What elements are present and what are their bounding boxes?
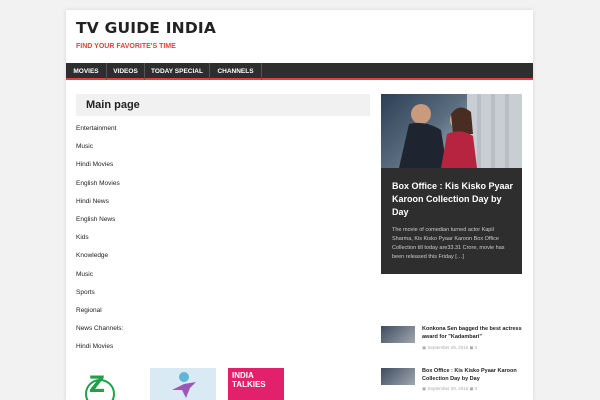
category-link[interactable]: Knowledge	[76, 247, 370, 265]
category-link[interactable]: Sports	[76, 284, 370, 302]
nav-item-movies[interactable]: MOVIES	[66, 63, 107, 80]
recent-post[interactable]: Konkona Sen bagged the best actress awar…	[381, 326, 522, 350]
category-link[interactable]: Hindi Movies	[76, 338, 370, 356]
svg-text:Z: Z	[89, 373, 105, 398]
post-title[interactable]: Konkona Sen bagged the best actress awar…	[422, 326, 522, 341]
featured-title[interactable]: Box Office : Kis Kisko Pyaar Karoon Coll…	[392, 180, 514, 219]
nav-item-channels[interactable]: CHANNELS	[210, 63, 262, 80]
post-thumbnail[interactable]	[381, 368, 415, 385]
zee-channel-logo[interactable]: Z	[78, 368, 138, 400]
post-thumbnail[interactable]	[381, 326, 415, 343]
nav-item-videos[interactable]: VIDEOS	[107, 63, 145, 80]
main-navigation: MOVIES VIDEOS TODAY SPECIAL CHANNELS	[66, 63, 533, 80]
featured-image[interactable]	[381, 94, 522, 168]
category-link[interactable]: Hindi Movies	[76, 156, 370, 174]
category-link[interactable]: Hindi News	[76, 193, 370, 211]
category-link[interactable]: English News	[76, 211, 370, 229]
featured-post[interactable]: Box Office : Kis Kisko Pyaar Karoon Coll…	[381, 94, 522, 274]
post-date: September 29, 2015	[427, 345, 469, 350]
india-talkies-logo[interactable]: INDIA TALKIES	[228, 368, 284, 400]
main-content: Main page Entertainment Music Hindi Movi…	[76, 94, 370, 356]
post-title[interactable]: Box Office : Kis Kisko Pyaar Karoon Coll…	[422, 368, 522, 383]
post-meta: ▣ September 29, 2015 ◼ 0	[422, 386, 477, 392]
comment-count[interactable]: 0	[475, 345, 478, 350]
category-link[interactable]: Entertainment	[76, 120, 370, 138]
page-wrapper: TV GUIDE INDIA FIND YOUR FAVORITE'S TIME…	[66, 10, 533, 400]
category-link[interactable]: Music	[76, 138, 370, 156]
featured-excerpt: The movie of comedian turned actor Kapil…	[392, 227, 505, 260]
category-link[interactable]: News Channels:	[76, 320, 370, 338]
comment-count[interactable]: 0	[475, 386, 478, 391]
post-meta: ▣ September 29, 2015 ◼ 0	[422, 345, 477, 351]
page-title: Main page	[76, 94, 370, 116]
post-date: September 29, 2015	[427, 386, 469, 391]
kids-channel-logo[interactable]	[150, 368, 216, 400]
recent-post[interactable]: Box Office : Kis Kisko Pyaar Karoon Coll…	[381, 368, 522, 392]
category-link[interactable]: Kids	[76, 229, 370, 247]
nav-item-today-special[interactable]: TODAY SPECIAL	[145, 63, 210, 80]
category-link[interactable]: Regional	[76, 302, 370, 320]
category-list: Entertainment Music Hindi Movies English…	[76, 120, 370, 356]
category-link[interactable]: Music	[76, 266, 370, 284]
site-title[interactable]: TV GUIDE INDIA	[76, 19, 216, 37]
site-tagline: FIND YOUR FAVORITE'S TIME	[76, 43, 176, 50]
category-link[interactable]: English Movies	[76, 175, 370, 193]
